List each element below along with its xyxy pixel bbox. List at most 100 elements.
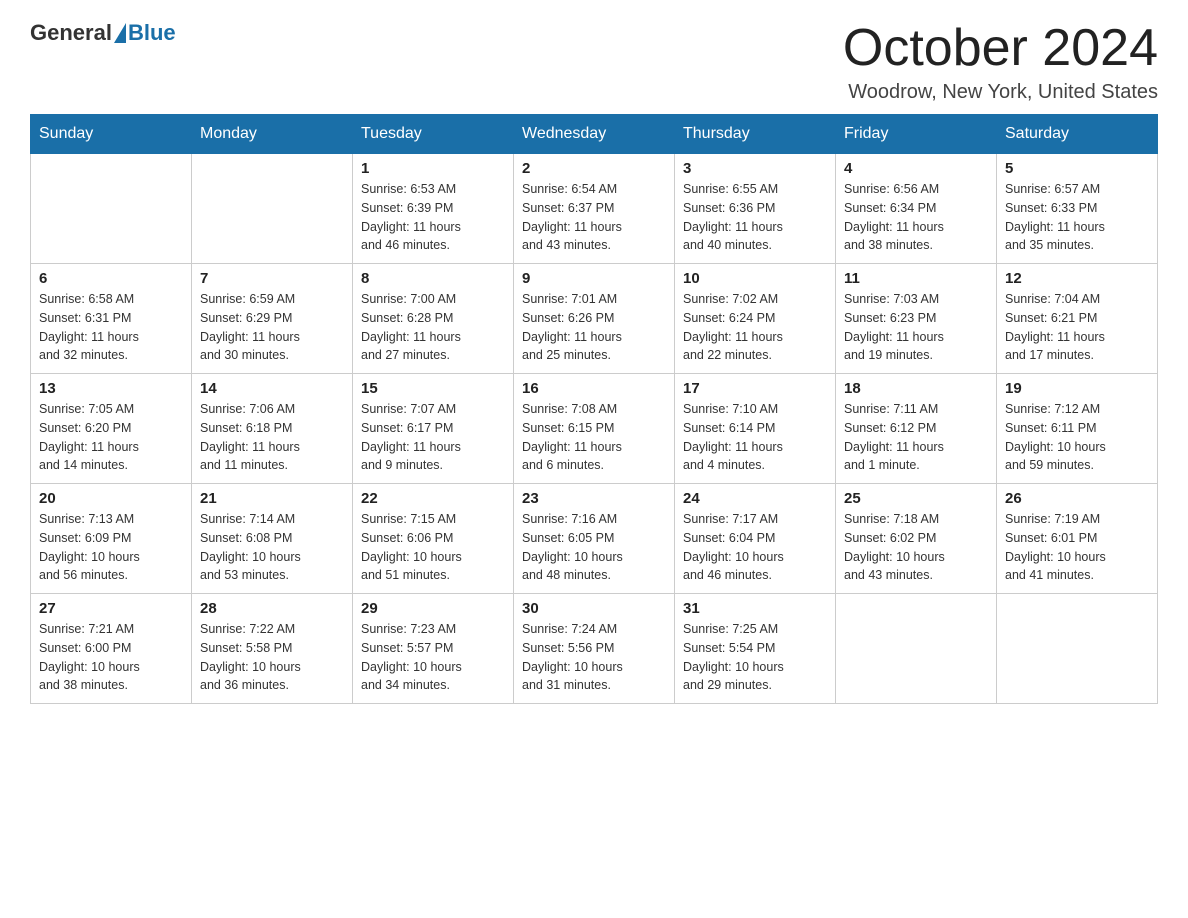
day-number: 25 <box>844 490 988 507</box>
calendar-cell: 3Sunrise: 6:55 AM Sunset: 6:36 PM Daylig… <box>675 154 836 264</box>
day-info: Sunrise: 7:04 AM Sunset: 6:21 PM Dayligh… <box>1005 290 1149 365</box>
calendar-cell: 2 Sunrise: 6:54 AM Sunset: 6:37 PM Daylig… <box>514 154 675 264</box>
weekday-header-tuesday: Tuesday <box>353 115 514 154</box>
day-number: 23 <box>522 490 666 507</box>
calendar-cell: 20Sunrise: 7:13 AM Sunset: 6:09 PM Dayli… <box>31 484 192 594</box>
calendar-week-row: 20Sunrise: 7:13 AM Sunset: 6:09 PM Dayli… <box>31 484 1158 594</box>
day-info: Sunrise: 7:17 AM Sunset: 6:04 PM Dayligh… <box>683 510 827 585</box>
day-info: Sunrise: 6:57 AM Sunset: 6:33 PM Dayligh… <box>1005 180 1149 255</box>
day-info: Sunrise: 7:07 AM Sunset: 6:17 PM Dayligh… <box>361 400 505 475</box>
calendar-cell: 11 Sunrise: 7:03 AM Sunset: 6:23 PM Dayli… <box>836 264 997 374</box>
day-number: 6 <box>39 270 183 287</box>
day-number: 9 <box>522 270 666 287</box>
calendar-table: SundayMondayTuesdayWednesdayThursdayFrid… <box>30 114 1158 704</box>
day-number: 24 <box>683 490 827 507</box>
calendar-cell: 31 Sunrise: 7:25 AM Sunset: 5:54 PM Dayli… <box>675 594 836 704</box>
day-info: Sunrise: 7:19 AM Sunset: 6:01 PM Dayligh… <box>1005 510 1149 585</box>
calendar-cell: 25 Sunrise: 7:18 AM Sunset: 6:02 PM Dayli… <box>836 484 997 594</box>
calendar-cell: 19 Sunrise: 7:12 AM Sunset: 6:11 PM Dayli… <box>997 374 1158 484</box>
logo: General Blue <box>30 20 176 46</box>
weekday-header-friday: Friday <box>836 115 997 154</box>
calendar-cell: 1Sunrise: 6:53 AM Sunset: 6:39 PM Daylig… <box>353 154 514 264</box>
weekday-header-saturday: Saturday <box>997 115 1158 154</box>
weekday-header-monday: Monday <box>192 115 353 154</box>
day-number: 1 <box>361 160 505 177</box>
calendar-header-row: SundayMondayTuesdayWednesdayThursdayFrid… <box>31 115 1158 154</box>
weekday-header-sunday: Sunday <box>31 115 192 154</box>
day-info: Sunrise: 7:08 AM Sunset: 6:15 PM Dayligh… <box>522 400 666 475</box>
day-number: 18 <box>844 380 988 397</box>
day-info: Sunrise: 6:58 AM Sunset: 6:31 PM Dayligh… <box>39 290 183 365</box>
calendar-cell: 7 Sunrise: 6:59 AM Sunset: 6:29 PM Daylig… <box>192 264 353 374</box>
day-info: Sunrise: 7:01 AM Sunset: 6:26 PM Dayligh… <box>522 290 666 365</box>
day-number: 15 <box>361 380 505 397</box>
calendar-cell: 15 Sunrise: 7:07 AM Sunset: 6:17 PM Dayli… <box>353 374 514 484</box>
calendar-cell: 6 Sunrise: 6:58 AM Sunset: 6:31 PM Daylig… <box>31 264 192 374</box>
calendar-cell: 28Sunrise: 7:22 AM Sunset: 5:58 PM Dayli… <box>192 594 353 704</box>
day-info: Sunrise: 7:16 AM Sunset: 6:05 PM Dayligh… <box>522 510 666 585</box>
day-info: Sunrise: 7:22 AM Sunset: 5:58 PM Dayligh… <box>200 620 344 695</box>
location-subtitle: Woodrow, New York, United States <box>843 81 1158 104</box>
day-info: Sunrise: 7:21 AM Sunset: 6:00 PM Dayligh… <box>39 620 183 695</box>
day-number: 2 <box>522 160 666 177</box>
day-number: 3 <box>683 160 827 177</box>
day-number: 19 <box>1005 380 1149 397</box>
day-info: Sunrise: 7:06 AM Sunset: 6:18 PM Dayligh… <box>200 400 344 475</box>
day-number: 5 <box>1005 160 1149 177</box>
calendar-week-row: 6 Sunrise: 6:58 AM Sunset: 6:31 PM Daylig… <box>31 264 1158 374</box>
calendar-week-row: 27Sunrise: 7:21 AM Sunset: 6:00 PM Dayli… <box>31 594 1158 704</box>
calendar-cell: 24 Sunrise: 7:17 AM Sunset: 6:04 PM Dayli… <box>675 484 836 594</box>
day-info: Sunrise: 7:18 AM Sunset: 6:02 PM Dayligh… <box>844 510 988 585</box>
day-info: Sunrise: 7:12 AM Sunset: 6:11 PM Dayligh… <box>1005 400 1149 475</box>
calendar-cell: 29 Sunrise: 7:23 AM Sunset: 5:57 PM Dayli… <box>353 594 514 704</box>
page-header: General Blue October 2024 Woodrow, New Y… <box>30 20 1158 104</box>
calendar-cell: 30Sunrise: 7:24 AM Sunset: 5:56 PM Dayli… <box>514 594 675 704</box>
title-section: October 2024 Woodrow, New York, United S… <box>843 20 1158 104</box>
day-number: 22 <box>361 490 505 507</box>
calendar-cell: 12 Sunrise: 7:04 AM Sunset: 6:21 PM Dayli… <box>997 264 1158 374</box>
day-info: Sunrise: 7:10 AM Sunset: 6:14 PM Dayligh… <box>683 400 827 475</box>
calendar-cell: 22 Sunrise: 7:15 AM Sunset: 6:06 PM Dayli… <box>353 484 514 594</box>
logo-blue-text: Blue <box>128 20 176 46</box>
day-info: Sunrise: 7:00 AM Sunset: 6:28 PM Dayligh… <box>361 290 505 365</box>
calendar-week-row: 1Sunrise: 6:53 AM Sunset: 6:39 PM Daylig… <box>31 154 1158 264</box>
day-number: 12 <box>1005 270 1149 287</box>
day-info: Sunrise: 7:23 AM Sunset: 5:57 PM Dayligh… <box>361 620 505 695</box>
day-info: Sunrise: 7:14 AM Sunset: 6:08 PM Dayligh… <box>200 510 344 585</box>
day-number: 31 <box>683 600 827 617</box>
day-info: Sunrise: 6:59 AM Sunset: 6:29 PM Dayligh… <box>200 290 344 365</box>
calendar-cell <box>31 154 192 264</box>
calendar-cell: 23 Sunrise: 7:16 AM Sunset: 6:05 PM Dayli… <box>514 484 675 594</box>
day-number: 29 <box>361 600 505 617</box>
day-info: Sunrise: 7:05 AM Sunset: 6:20 PM Dayligh… <box>39 400 183 475</box>
calendar-cell: 8Sunrise: 7:00 AM Sunset: 6:28 PM Daylig… <box>353 264 514 374</box>
day-info: Sunrise: 7:15 AM Sunset: 6:06 PM Dayligh… <box>361 510 505 585</box>
calendar-cell: 5 Sunrise: 6:57 AM Sunset: 6:33 PM Daylig… <box>997 154 1158 264</box>
day-number: 17 <box>683 380 827 397</box>
day-info: Sunrise: 6:54 AM Sunset: 6:37 PM Dayligh… <box>522 180 666 255</box>
day-number: 30 <box>522 600 666 617</box>
calendar-cell <box>997 594 1158 704</box>
day-number: 4 <box>844 160 988 177</box>
day-number: 21 <box>200 490 344 507</box>
day-number: 7 <box>200 270 344 287</box>
logo-triangle-icon <box>114 23 126 43</box>
day-info: Sunrise: 7:03 AM Sunset: 6:23 PM Dayligh… <box>844 290 988 365</box>
calendar-cell: 10Sunrise: 7:02 AM Sunset: 6:24 PM Dayli… <box>675 264 836 374</box>
day-info: Sunrise: 7:25 AM Sunset: 5:54 PM Dayligh… <box>683 620 827 695</box>
day-number: 14 <box>200 380 344 397</box>
weekday-header-thursday: Thursday <box>675 115 836 154</box>
calendar-cell: 27Sunrise: 7:21 AM Sunset: 6:00 PM Dayli… <box>31 594 192 704</box>
month-year-title: October 2024 <box>843 20 1158 77</box>
day-number: 11 <box>844 270 988 287</box>
logo-general-text: General <box>30 20 112 46</box>
calendar-cell: 16 Sunrise: 7:08 AM Sunset: 6:15 PM Dayli… <box>514 374 675 484</box>
day-number: 26 <box>1005 490 1149 507</box>
calendar-week-row: 13 Sunrise: 7:05 AM Sunset: 6:20 PM Dayli… <box>31 374 1158 484</box>
day-info: Sunrise: 7:11 AM Sunset: 6:12 PM Dayligh… <box>844 400 988 475</box>
day-number: 16 <box>522 380 666 397</box>
calendar-cell: 17 Sunrise: 7:10 AM Sunset: 6:14 PM Dayli… <box>675 374 836 484</box>
day-info: Sunrise: 7:02 AM Sunset: 6:24 PM Dayligh… <box>683 290 827 365</box>
day-number: 13 <box>39 380 183 397</box>
weekday-header-wednesday: Wednesday <box>514 115 675 154</box>
